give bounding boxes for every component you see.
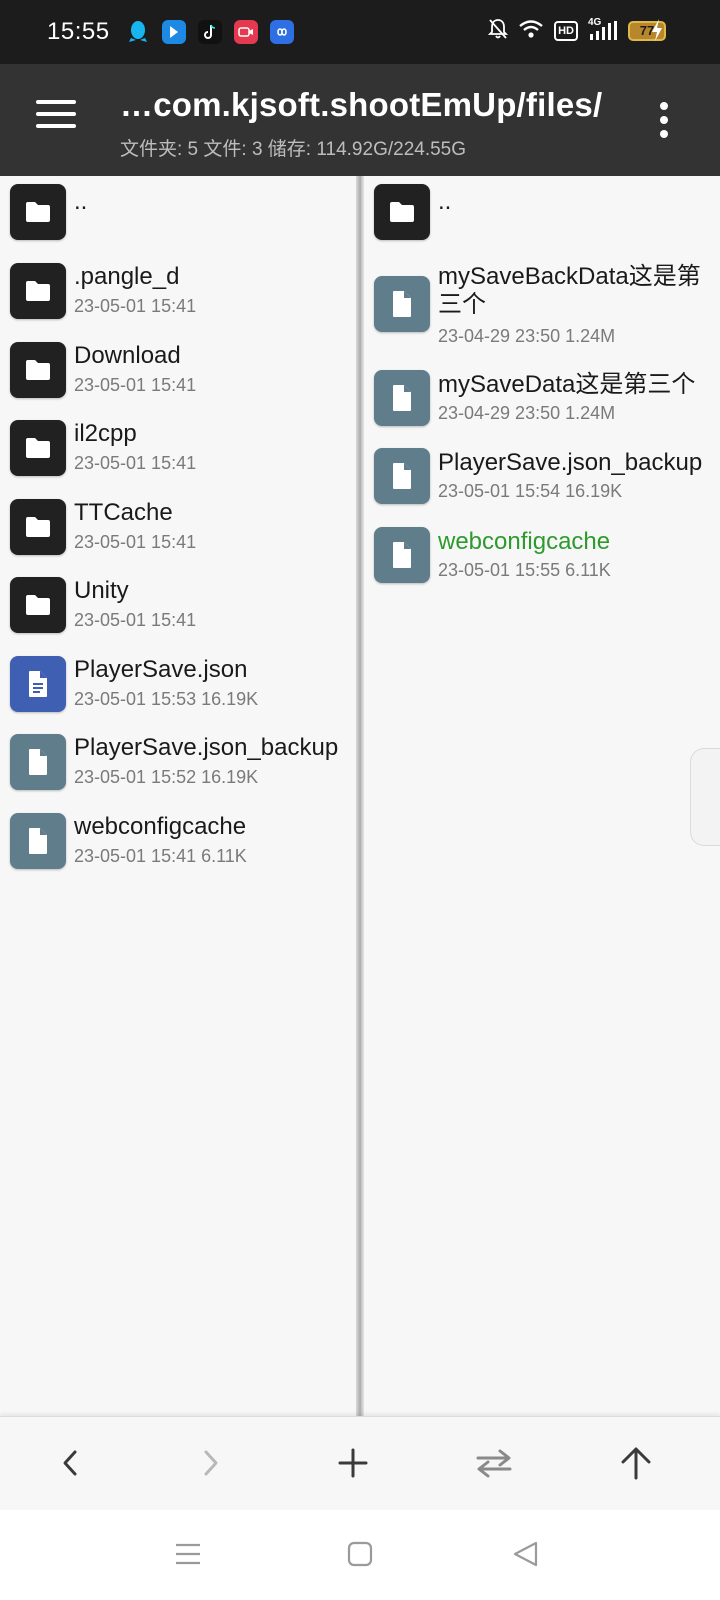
file-meta: 23-05-01 15:41: [74, 296, 197, 316]
file-icon: [10, 812, 66, 869]
folder-item[interactable]: il2cpp 23-05-01 15:41: [0, 417, 356, 495]
file-name: webconfigcache: [438, 528, 611, 555]
charging-icon: [650, 18, 664, 47]
left-file-pane[interactable]: .. .pangle_d 23-05-01 15:41 Download 23-05-0…: [0, 176, 356, 1416]
folder-icon: [374, 184, 430, 240]
right-file-pane[interactable]: .. mySaveBackData这是第三个 23-04-29 23:50 1.24…: [364, 176, 720, 1416]
file-name: .pangle_d: [74, 263, 180, 290]
file-meta: 23-05-01 15:52 16.19K: [74, 767, 259, 787]
baidu-netdisk-icon: [270, 20, 294, 44]
folder-icon: [10, 577, 66, 633]
add-icon: [338, 1448, 368, 1478]
wifi-icon: [518, 19, 544, 43]
network-type: 4G: [588, 17, 602, 28]
file-meta: 23-05-01 15:53 16.19K: [74, 688, 259, 709]
file-item[interactable]: mySaveBackData这是第三个 23-04-29 23:50 1.24M: [364, 260, 720, 360]
file-name: il2cpp: [74, 420, 137, 447]
file-name: PlayerSave.json_backup: [74, 734, 339, 761]
qq-icon: [126, 20, 150, 44]
add-button[interactable]: [331, 1441, 375, 1485]
recents-icon: [176, 1543, 200, 1565]
file-name: Unity: [74, 577, 129, 604]
file-icon: [10, 734, 66, 790]
folder-icon: [10, 184, 66, 240]
folder-item[interactable]: Download 23-05-01 15:41: [0, 339, 356, 417]
file-name: mySaveData这是第三个: [438, 371, 696, 398]
hd-badge: HD: [554, 21, 578, 41]
parent-directory-button[interactable]: [614, 1441, 658, 1485]
file-icon: [374, 276, 430, 332]
path-title: …com.kjsoft.shootEmUp/files/: [120, 86, 603, 123]
folder-icon: [10, 498, 66, 555]
recents-button[interactable]: [170, 1536, 206, 1572]
status-time: 15:55: [47, 18, 110, 45]
file-item[interactable]: webconfigcache 23-05-01 15:55 6.11K: [364, 523, 720, 601]
folder-item[interactable]: ..: [364, 176, 720, 250]
folder-icon: [10, 420, 66, 476]
file-meta: 23-04-29 23:50 1.24M: [438, 326, 616, 346]
status-bar: 15:55 HD 4G 77: [0, 0, 720, 64]
app-bar: …com.kjsoft.shootEmUp/files/ 文件夹: 5 文件: …: [0, 64, 720, 176]
file-item[interactable]: PlayerSave.json_backup 23-05-01 15:54 16.…: [364, 444, 720, 522]
file-name: webconfigcache: [74, 812, 247, 840]
status-indicators: HD 4G 77: [487, 17, 666, 44]
folder-stats: 文件夹: 5 文件: 3 储存: 114.92G/224.55G: [120, 139, 467, 160]
file-meta: 23-05-01 15:41 6.11K: [74, 845, 247, 866]
mute-icon: [487, 18, 509, 44]
menu-button[interactable]: [36, 100, 76, 132]
back-arrow-icon: [63, 1450, 77, 1476]
file-meta: 23-04-29 23:50 1.24M: [438, 403, 616, 423]
file-meta: 23-05-01 15:41: [74, 453, 197, 473]
file-icon: [374, 527, 430, 583]
file-meta: 23-05-01 15:41: [74, 610, 197, 630]
file-icon: [374, 448, 430, 504]
folder-icon: [10, 263, 66, 319]
file-item[interactable]: PlayerSave.json_backup 23-05-01 15:52 16.…: [0, 731, 356, 809]
file-name: ..: [438, 188, 452, 215]
folder-icon: [10, 341, 66, 398]
file-item[interactable]: webconfigcache 23-05-01 15:41 6.11K: [0, 810, 356, 888]
bilibili-icon: [162, 20, 186, 44]
swap-panes-icon: [476, 1449, 512, 1478]
swap-panes-button[interactable]: [472, 1441, 516, 1485]
file-name: ..: [74, 188, 88, 215]
file-name: PlayerSave.json: [74, 655, 248, 683]
status-app-icons: [126, 20, 294, 44]
system-nav-bar: [0, 1510, 720, 1600]
file-item[interactable]: PlayerSave.json 23-05-01 15:53 16.19K: [0, 653, 356, 731]
file-name: mySaveBackData这是第三个: [438, 263, 701, 318]
folder-item[interactable]: TTCache 23-05-01 15:41: [0, 496, 356, 574]
file-meta: 23-05-01 15:41: [74, 531, 197, 552]
file-name: PlayerSave.json_backup: [438, 449, 703, 476]
back-button[interactable]: [48, 1441, 92, 1485]
file-meta: 23-05-01 15:55 6.11K: [438, 560, 611, 580]
pane-divider[interactable]: [356, 176, 364, 1416]
folder-item[interactable]: .pangle_d 23-05-01 15:41: [0, 260, 356, 338]
folder-item[interactable]: ..: [0, 176, 356, 250]
file-meta: 23-05-01 15:41: [74, 374, 197, 395]
parent-directory-icon: [621, 1447, 651, 1480]
more-options-button[interactable]: [658, 102, 670, 138]
home-button[interactable]: [342, 1536, 378, 1572]
back-triangle-icon: [513, 1541, 538, 1567]
signal-icon: 4G: [588, 17, 618, 42]
file-meta: 23-05-01 15:54 16.19K: [438, 481, 623, 501]
folder-item[interactable]: Unity 23-05-01 15:41: [0, 574, 356, 652]
bottom-toolbar: [0, 1416, 720, 1510]
video-record-icon: [234, 20, 258, 44]
home-icon: [347, 1541, 373, 1567]
json-file-icon: [10, 655, 66, 712]
system-back-button[interactable]: [508, 1536, 544, 1572]
forward-button[interactable]: [189, 1441, 233, 1485]
file-name: TTCache: [74, 498, 173, 526]
forward-arrow-icon: [204, 1450, 218, 1476]
file-icon: [374, 370, 430, 426]
tiktok-icon: [198, 20, 222, 44]
menu-icon: [36, 100, 76, 104]
scroll-handle[interactable]: [690, 748, 720, 846]
file-item[interactable]: mySaveData这是第三个 23-04-29 23:50 1.24M: [364, 366, 720, 444]
file-name: Download: [74, 341, 181, 369]
